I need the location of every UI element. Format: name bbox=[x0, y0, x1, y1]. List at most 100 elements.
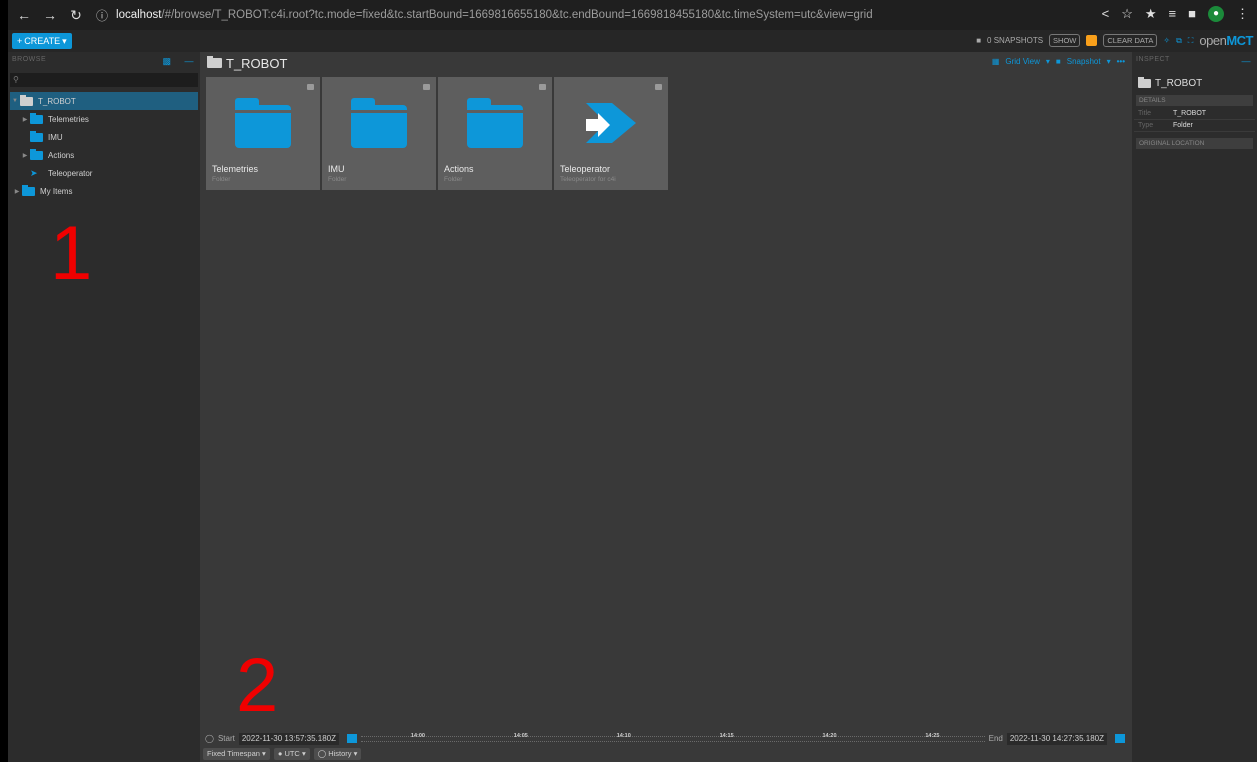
folder-icon bbox=[30, 148, 43, 160]
grid-view-button[interactable]: Grid View bbox=[1005, 57, 1040, 66]
back-icon[interactable]: ← bbox=[14, 7, 34, 23]
folder-icon bbox=[22, 184, 35, 196]
camera-icon: ■ bbox=[976, 36, 982, 45]
header-actions: ■ 0 SNAPSHOTS SHOW CLEAR DATA ✧ ⧉ ⛶ open… bbox=[976, 33, 1253, 48]
menu-kebab-icon[interactable]: ⋮ bbox=[1236, 6, 1249, 22]
grid-item-telemetries[interactable]: Telemetries Folder bbox=[206, 77, 320, 190]
browser-toolbar: ← → ↻ ⓘ localhost /#/browse/T_ROBOT:c4i.… bbox=[8, 0, 1257, 30]
collapse-pane-icon[interactable]: — bbox=[1242, 56, 1252, 66]
history-dropdown[interactable]: ◯ History ▾ bbox=[313, 748, 362, 760]
reload-icon[interactable]: ↻ bbox=[66, 7, 86, 24]
indicator-icon[interactable]: ✧ bbox=[1163, 36, 1170, 45]
app-header: + CREATE ▾ ■ 0 SNAPSHOTS SHOW CLEAR DATA… bbox=[8, 30, 1257, 52]
fullscreen-icon[interactable]: ⛶ bbox=[1188, 36, 1194, 46]
grid-item-imu[interactable]: IMU Folder bbox=[322, 77, 436, 190]
show-snapshots-button[interactable]: SHOW bbox=[1049, 34, 1081, 47]
folder-icon bbox=[30, 130, 43, 142]
mode-dropdown[interactable]: Fixed Timespan ▾ bbox=[203, 748, 270, 760]
tree-item-actions[interactable]: ▶ Actions bbox=[8, 146, 200, 164]
new-tab-icon[interactable]: ▩ bbox=[162, 56, 171, 66]
tree-item-imu[interactable]: IMU bbox=[8, 128, 200, 146]
axis-tick: 14:05 bbox=[513, 732, 528, 739]
annotation-number-2: 2 bbox=[236, 643, 279, 728]
bookmark-star-icon[interactable]: ☆ bbox=[1121, 6, 1133, 22]
expand-arrow-icon[interactable]: ▶ bbox=[20, 152, 30, 159]
snapshots-count: 0 SNAPSHOTS bbox=[987, 36, 1044, 45]
detail-row-title: Title T_ROBOT bbox=[1134, 108, 1255, 120]
grid-view-icon: ▦ bbox=[991, 57, 1000, 66]
axis-tick: 14:00 bbox=[410, 732, 425, 739]
original-location-section-header: ORIGINAL LOCATION bbox=[1136, 138, 1253, 149]
time-axis[interactable]: 14:00 14:05 14:10 14:15 14:20 14:25 bbox=[361, 732, 985, 742]
folder-icon bbox=[467, 98, 523, 148]
inspect-title: T_ROBOT bbox=[1138, 77, 1251, 89]
time-modes: Fixed Timespan ▾ ● UTC ▾ ◯ History ▾ bbox=[203, 748, 362, 760]
browser-actions: < ☆ ★ ≡ ■ ● ⋮ bbox=[1102, 6, 1249, 22]
items-grid: Telemetries Folder IMU Folder Actions Fo… bbox=[206, 77, 668, 190]
collapse-pane-icon[interactable]: — bbox=[185, 56, 195, 66]
axis-tick: 14:20 bbox=[822, 732, 837, 739]
forward-icon[interactable]: → bbox=[40, 7, 60, 23]
tree-item-telemetries[interactable]: ▶ Telemetries bbox=[8, 110, 200, 128]
tree-item-t-robot[interactable]: ▼ T_ROBOT bbox=[10, 92, 198, 110]
axis-tick: 14:15 bbox=[719, 732, 734, 739]
search-input[interactable]: ⚲ bbox=[10, 73, 198, 87]
browse-pane-header: BROWSE ▩ — bbox=[8, 52, 200, 72]
profile-avatar-icon[interactable]: ● bbox=[1208, 6, 1224, 22]
new-window-icon[interactable]: ⧉ bbox=[1176, 36, 1182, 46]
clear-data-icon bbox=[1086, 35, 1098, 46]
pane-actions: ▩ — bbox=[162, 56, 194, 67]
chevron-down-icon: ▾ bbox=[62, 36, 67, 46]
url-path: /#/browse/T_ROBOT:c4i.root?tc.mode=fixed… bbox=[161, 9, 873, 21]
snapshot-button[interactable]: Snapshot bbox=[1067, 57, 1101, 66]
side-panel-icon[interactable]: ■ bbox=[1188, 6, 1196, 22]
folder-icon bbox=[20, 94, 33, 106]
main-header: T_ROBOT ▦ Grid View ▾ ■ Snapshot ▾ ••• bbox=[203, 52, 1129, 74]
inspect-pane-title: INSPECT bbox=[1136, 56, 1170, 63]
lock-icon bbox=[539, 84, 546, 90]
tree-item-my-items[interactable]: ▶ My Items bbox=[8, 182, 200, 200]
time-bounds: ◯ Start 2022-11-30 13:57:35.180Z 14:00 1… bbox=[203, 732, 1129, 745]
start-calendar-icon[interactable] bbox=[347, 734, 358, 743]
inspect-pane-header: INSPECT — bbox=[1132, 52, 1257, 72]
chevron-down-icon: ▾ bbox=[1045, 57, 1050, 66]
folder-icon bbox=[235, 98, 291, 148]
address-bar[interactable]: ⓘ localhost /#/browse/T_ROBOT:c4i.root?t… bbox=[96, 7, 1056, 24]
folder-icon bbox=[207, 56, 222, 68]
clear-data-button[interactable]: CLEAR DATA bbox=[1103, 34, 1158, 47]
app-window: ← → ↻ ⓘ localhost /#/browse/T_ROBOT:c4i.… bbox=[8, 0, 1257, 762]
chevron-down-icon: ▾ bbox=[1106, 57, 1111, 66]
view-controls: ▦ Grid View ▾ ■ Snapshot ▾ ••• bbox=[992, 57, 1125, 66]
reading-list-icon[interactable]: ≡ bbox=[1169, 6, 1177, 22]
lock-icon bbox=[423, 84, 430, 90]
expand-arrow-icon[interactable]: ▶ bbox=[12, 188, 22, 195]
expand-arrow-icon[interactable]: ▼ bbox=[10, 98, 20, 104]
extensions-icon[interactable]: ★ bbox=[1145, 6, 1157, 22]
more-options-icon[interactable]: ••• bbox=[1117, 57, 1125, 66]
axis-tick: 14:25 bbox=[925, 732, 940, 739]
folder-icon bbox=[351, 98, 407, 148]
teleoperator-icon bbox=[586, 103, 636, 143]
timesystem-dropdown[interactable]: ● UTC ▾ bbox=[273, 748, 310, 760]
axis-tick: 14:10 bbox=[616, 732, 631, 739]
url-host: localhost bbox=[116, 9, 162, 21]
clock-icon: ◯ bbox=[205, 734, 214, 743]
expand-arrow-icon[interactable]: ▶ bbox=[20, 116, 30, 123]
teleoperator-icon: ➤ bbox=[30, 167, 38, 178]
grid-item-actions[interactable]: Actions Folder bbox=[438, 77, 552, 190]
grid-item-teleoperator[interactable]: Teleoperator Teleoperator for c4i bbox=[554, 77, 668, 190]
end-label: End bbox=[988, 734, 1003, 743]
end-calendar-icon[interactable] bbox=[1115, 734, 1125, 743]
share-icon[interactable]: < bbox=[1102, 6, 1110, 22]
folder-icon bbox=[1138, 77, 1151, 88]
folder-icon bbox=[30, 112, 43, 124]
details-section-header: DETAILS bbox=[1136, 95, 1253, 106]
end-time-input[interactable]: 2022-11-30 14:27:35.180Z bbox=[1006, 732, 1107, 745]
site-info-icon[interactable]: ⓘ bbox=[96, 7, 108, 24]
start-label: Start bbox=[217, 734, 235, 743]
tree-item-teleoperator[interactable]: ➤ Teleoperator bbox=[8, 164, 200, 182]
page-title: T_ROBOT bbox=[207, 56, 287, 71]
create-button[interactable]: + CREATE ▾ bbox=[12, 33, 72, 49]
openmct-logo: openMCT bbox=[1199, 33, 1253, 48]
start-time-input[interactable]: 2022-11-30 13:57:35.180Z bbox=[238, 732, 340, 745]
